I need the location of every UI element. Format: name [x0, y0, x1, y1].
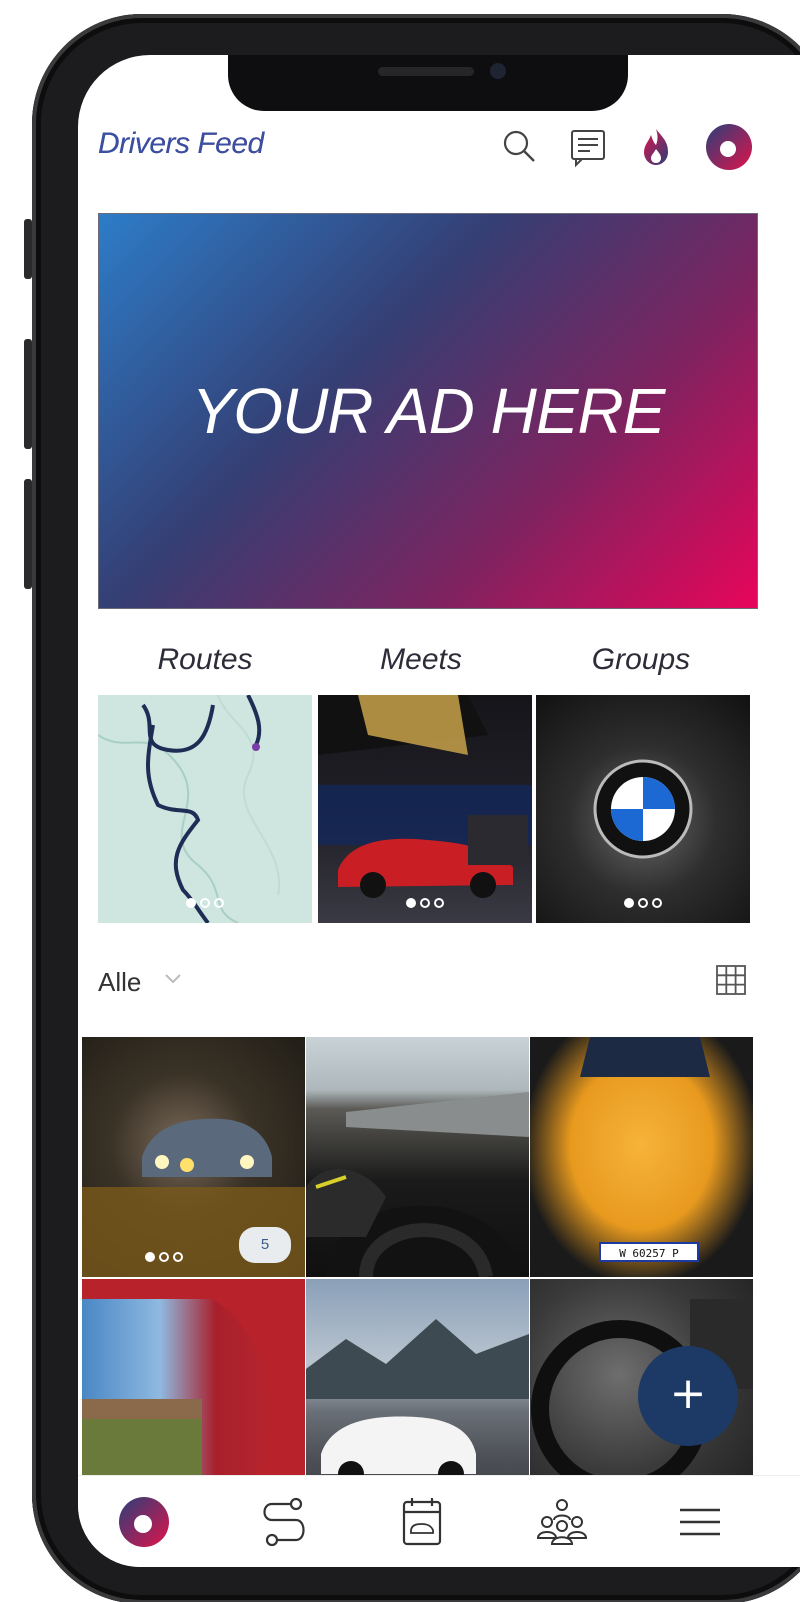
yellow-sports-car-photo: W 60257 P — [580, 1037, 710, 1262]
carousel-dot-active — [144, 1252, 155, 1262]
carousel-dot-active — [406, 898, 416, 908]
ad-banner[interactable]: YOUR AD HERE — [98, 213, 758, 609]
driving-photo — [306, 1092, 529, 1277]
app-header: Drivers Feed — [78, 117, 800, 177]
carousel-dot — [638, 898, 648, 908]
feed-filter-select[interactable]: Alle — [98, 967, 141, 998]
category-label-meets[interactable]: Meets — [314, 643, 528, 677]
car-show-image — [318, 695, 532, 898]
chevron-down-icon[interactable] — [162, 967, 184, 989]
carousel-dot — [158, 1252, 169, 1262]
carousel-dots — [318, 895, 532, 913]
category-label-groups[interactable]: Groups — [534, 643, 748, 677]
route-map-image — [98, 695, 281, 923]
profile-logo-icon[interactable] — [704, 122, 754, 172]
bmw-logo-image — [593, 759, 693, 859]
routes-card[interactable] — [98, 695, 312, 923]
search-icon[interactable] — [498, 125, 542, 169]
add-post-button[interactable]: + — [638, 1346, 738, 1446]
carousel-dot-active — [186, 898, 196, 908]
carousel-dot — [652, 898, 662, 908]
carousel-dot — [434, 898, 444, 908]
flame-icon[interactable] — [634, 125, 678, 169]
speaker — [378, 67, 474, 76]
carousel-dot — [214, 898, 224, 908]
home-logo-icon[interactable] — [114, 1492, 174, 1552]
events-icon[interactable] — [392, 1492, 452, 1552]
menu-icon[interactable] — [670, 1492, 730, 1552]
groups-card[interactable] — [536, 695, 750, 923]
front-camera — [490, 63, 506, 79]
notch — [228, 55, 628, 111]
feed-tile[interactable]: W 60257 P — [530, 1037, 753, 1277]
ad-text: YOUR AD HERE — [191, 375, 666, 447]
carousel-dot — [172, 1252, 183, 1262]
carousel-dot — [200, 898, 210, 908]
image-count-badge: 5 — [239, 1227, 291, 1263]
feed-tile[interactable] — [306, 1037, 529, 1277]
license-plate-text: W 60257 P — [619, 1247, 679, 1260]
volume-down-button — [24, 479, 32, 589]
feed-tile[interactable]: 5 — [82, 1037, 305, 1277]
meets-card[interactable] — [318, 695, 532, 923]
bottom-navigation — [78, 1475, 800, 1567]
carousel-dot — [420, 898, 430, 908]
messages-icon[interactable] — [566, 125, 610, 169]
groups-icon[interactable] — [532, 1492, 592, 1552]
mute-switch — [24, 219, 32, 279]
volume-up-button — [24, 339, 32, 449]
routes-icon[interactable] — [254, 1492, 314, 1552]
carousel-dot-active — [624, 898, 634, 908]
app-title: Drivers Feed — [98, 127, 264, 160]
app-screen: Drivers Feed YOUR AD HERE Routes Meets G… — [78, 55, 800, 1567]
carousel-dots — [536, 895, 750, 913]
grid-view-icon[interactable] — [714, 963, 748, 997]
carousel-dots — [98, 895, 312, 913]
category-label-routes[interactable]: Routes — [98, 643, 312, 677]
